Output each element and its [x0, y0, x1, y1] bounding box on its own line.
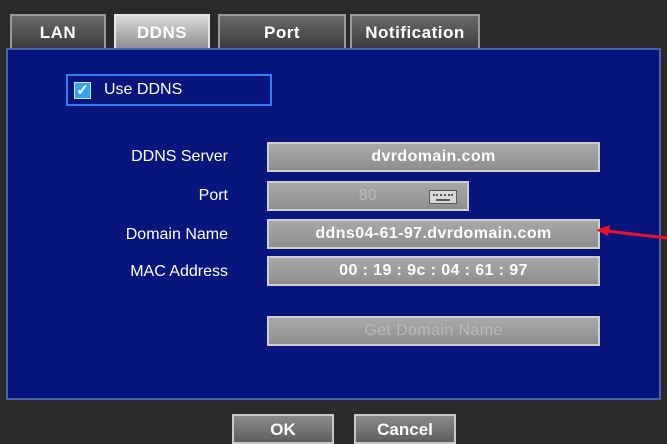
- domain-name-label: Domain Name: [125, 226, 228, 243]
- ddns-server-label: DDNS Server: [131, 148, 228, 165]
- mac-address-label: MAC Address: [130, 263, 228, 280]
- ddns-settings-dialog: LAN DDNS Port Notification ✓ Use DDNS DD…: [0, 0, 667, 444]
- use-ddns-label: Use DDNS: [104, 81, 183, 98]
- use-ddns-checkbox-row[interactable]: ✓ Use DDNS: [66, 74, 272, 106]
- arrow-icon: [596, 225, 667, 240]
- port-value: 80: [358, 187, 378, 204]
- ok-button[interactable]: OK: [232, 414, 334, 444]
- port-label: Port: [198, 187, 228, 204]
- get-domain-name-button[interactable]: Get Domain Name: [267, 316, 600, 346]
- tab-ddns[interactable]: DDNS: [114, 14, 210, 48]
- ddns-panel: ✓ Use DDNS DDNS Server dvrdomain.com Por…: [6, 48, 661, 400]
- tab-lan[interactable]: LAN: [10, 14, 106, 48]
- mac-address-field: 00 : 19 : 9c : 04 : 61 : 97: [267, 256, 600, 286]
- keyboard-icon[interactable]: [429, 190, 457, 204]
- check-icon: ✓: [76, 82, 89, 99]
- domain-name-field[interactable]: ddns04-61-97.dvrdomain.com: [267, 219, 600, 249]
- ddns-server-field[interactable]: dvrdomain.com: [267, 142, 600, 172]
- cancel-button[interactable]: Cancel: [354, 414, 456, 444]
- tab-notification[interactable]: Notification: [350, 14, 480, 48]
- use-ddns-checkbox[interactable]: ✓: [74, 82, 91, 99]
- port-field[interactable]: 80: [267, 181, 469, 211]
- tab-port[interactable]: Port: [218, 14, 346, 48]
